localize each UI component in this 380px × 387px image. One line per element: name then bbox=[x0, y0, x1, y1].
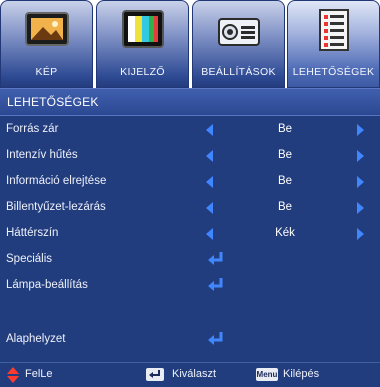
panel-title-bar: LEHETŐSÉGEK bbox=[0, 89, 380, 116]
row-label: Speciális bbox=[6, 253, 53, 265]
menu-row-high-cooling[interactable]: Intenzív hűtés Be bbox=[0, 143, 380, 169]
row-label: Forrás zár bbox=[6, 123, 59, 135]
right-arrow-icon[interactable] bbox=[357, 150, 364, 162]
tab-label: BEÁLLÍTÁSOK bbox=[201, 66, 276, 78]
options-panel: LEHETŐSÉGEK Forrás zár Be Intenzív hűtés… bbox=[0, 88, 380, 363]
row-label: Lámpa-beállítás bbox=[6, 279, 88, 291]
row-label: Intenzív hűtés bbox=[6, 149, 78, 161]
right-arrow-icon[interactable] bbox=[357, 176, 364, 188]
menu-row-source-lock[interactable]: Forrás zár Be bbox=[0, 117, 380, 143]
menu-row-background-color[interactable]: Háttérszín Kék bbox=[0, 221, 380, 247]
left-arrow-icon[interactable] bbox=[206, 124, 213, 136]
up-down-icon bbox=[7, 367, 19, 383]
row-value: Be bbox=[277, 175, 293, 187]
tab-label: KIJELZŐ bbox=[120, 66, 165, 78]
footer-select-label: Kiválaszt bbox=[172, 368, 217, 380]
left-arrow-icon[interactable] bbox=[206, 176, 213, 188]
left-arrow-icon[interactable] bbox=[206, 202, 213, 214]
menu-row-keypad-lock[interactable]: Billentyűzet-lezárás Be bbox=[0, 195, 380, 221]
left-arrow-icon[interactable] bbox=[206, 150, 213, 162]
row-label: Információ elrejtése bbox=[6, 175, 107, 187]
footer-exit-label: Kilépés bbox=[283, 368, 320, 380]
row-label: Alaphelyzet bbox=[6, 333, 66, 345]
tab-options[interactable]: LEHETŐSÉGEK bbox=[287, 0, 380, 88]
menu-row-lamp-settings[interactable]: Lámpa-beállítás bbox=[0, 273, 380, 299]
footer-bar: FelLe Kiválaszt Menu Kilépés bbox=[0, 362, 380, 387]
row-label: Billentyűzet-lezárás bbox=[6, 201, 106, 213]
tab-label: LEHETŐSÉGEK bbox=[292, 66, 375, 78]
menu-key-icon: Menu bbox=[256, 368, 278, 381]
row-value: Be bbox=[277, 149, 293, 161]
enter-icon[interactable] bbox=[206, 275, 226, 295]
tab-display[interactable]: KIJELZŐ bbox=[96, 0, 189, 88]
row-value: Be bbox=[277, 123, 293, 135]
footer-navigate-label: FelLe bbox=[25, 368, 53, 380]
row-value: Kék bbox=[275, 227, 295, 239]
left-arrow-icon[interactable] bbox=[206, 228, 213, 240]
menu-row-advanced[interactable]: Speciális bbox=[0, 247, 380, 273]
right-arrow-icon[interactable] bbox=[357, 202, 364, 214]
display-icon bbox=[121, 10, 164, 48]
tab-settings[interactable]: BEÁLLÍTÁSOK bbox=[192, 0, 285, 88]
tab-picture[interactable]: KÉP bbox=[0, 0, 93, 88]
picture-icon bbox=[24, 12, 69, 46]
right-arrow-icon[interactable] bbox=[357, 124, 364, 136]
enter-icon[interactable] bbox=[206, 329, 226, 349]
enter-icon[interactable] bbox=[206, 249, 226, 269]
menu-row-info-hide[interactable]: Információ elrejtése Be bbox=[0, 169, 380, 195]
tab-label: KÉP bbox=[35, 66, 58, 78]
panel-title: LEHETŐSÉGEK bbox=[7, 95, 99, 109]
menu-tabs: KÉP KIJELZŐ BEÁLLÍTÁSOK LEHETŐSÉGEK bbox=[0, 0, 380, 88]
row-label: Háttérszín bbox=[6, 227, 59, 239]
right-arrow-icon[interactable] bbox=[357, 228, 364, 240]
row-value: Be bbox=[277, 201, 293, 213]
options-icon bbox=[318, 9, 349, 51]
projector-icon bbox=[217, 18, 260, 46]
enter-key-icon bbox=[146, 368, 164, 381]
menu-row-reset[interactable]: Alaphelyzet bbox=[0, 327, 380, 353]
